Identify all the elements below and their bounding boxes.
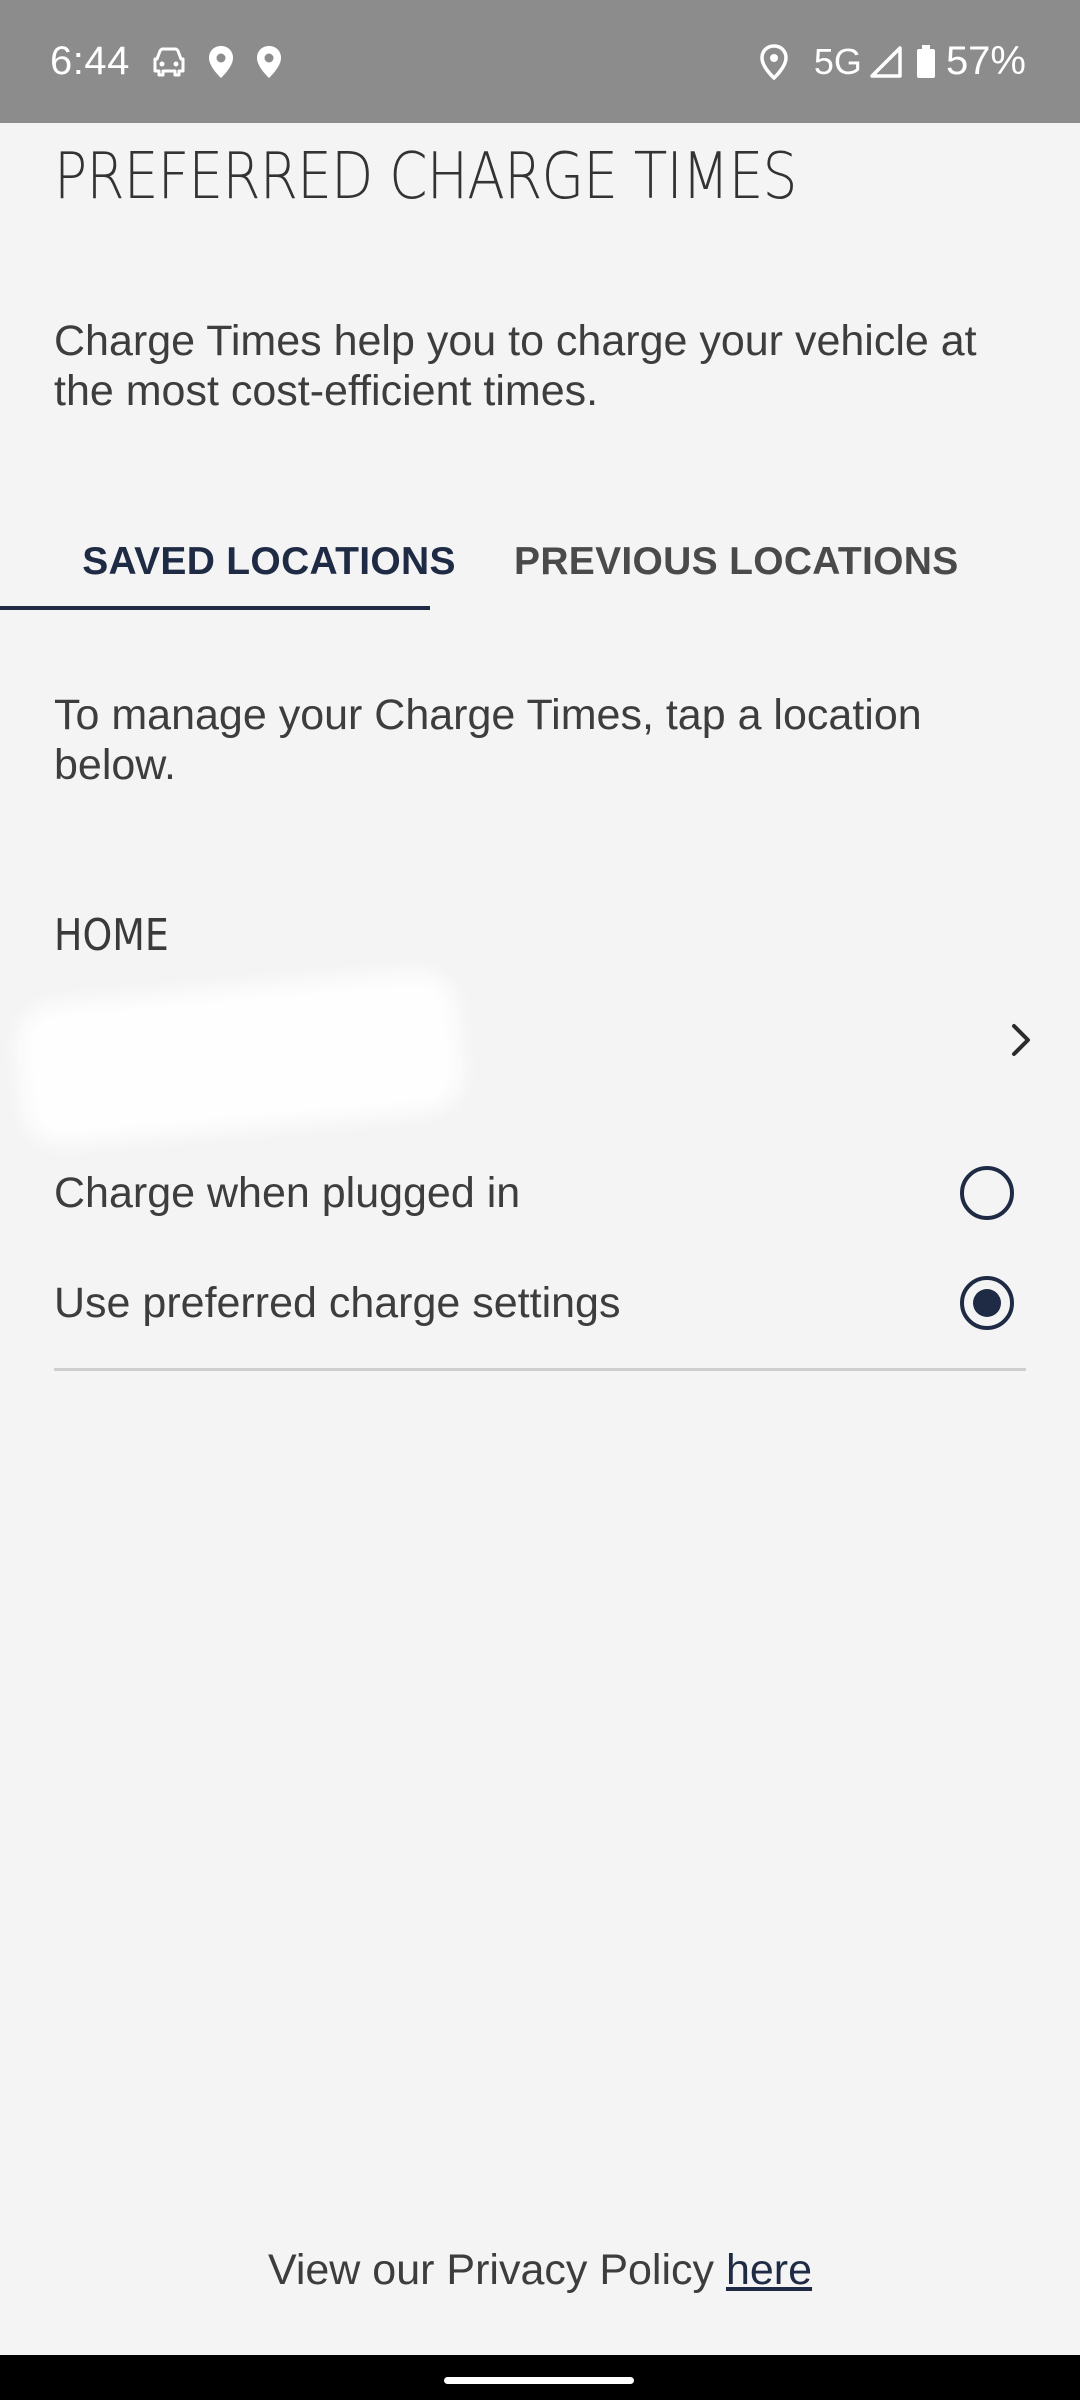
status-bar: 6:44 5G 57% xyxy=(0,0,1080,123)
location-pin-icon xyxy=(256,45,282,79)
battery-percentage: 57% xyxy=(945,39,1026,83)
chevron-right-icon xyxy=(1000,1018,1040,1062)
location-home-row[interactable] xyxy=(0,969,1080,1147)
status-bar-left: 6:44 xyxy=(50,39,304,84)
gesture-nav-bar xyxy=(0,2355,1080,2400)
status-time: 6:44 xyxy=(50,39,130,83)
privacy-policy-link[interactable]: here xyxy=(726,2246,812,2294)
radio-unchecked[interactable] xyxy=(960,1166,1014,1220)
option-charge-when-plugged-in[interactable]: Charge when plugged in xyxy=(54,1148,1026,1238)
intro-text: Charge Times help you to charge your veh… xyxy=(54,317,977,415)
option-label: Charge when plugged in xyxy=(54,1168,521,1217)
privacy-footer: View our Privacy Policy here xyxy=(0,2246,1080,2295)
signal-icon xyxy=(870,45,902,78)
location-outline-icon xyxy=(760,43,788,80)
screen: 6:44 5G 57% PREFERRED CHARGE TIMES Charg… xyxy=(0,0,1080,2400)
home-gesture-handle[interactable] xyxy=(444,2377,634,2384)
tab-previous-locations[interactable]: PREVIOUS LOCATIONS xyxy=(484,510,1004,614)
car-icon xyxy=(152,47,186,77)
tab-saved-locations[interactable]: SAVED LOCATIONS xyxy=(54,510,484,614)
redacted-address xyxy=(14,969,466,1147)
battery-icon xyxy=(916,44,936,79)
network-type: 5G xyxy=(813,40,862,82)
radio-checked[interactable] xyxy=(960,1276,1014,1330)
location-pin-icon xyxy=(208,45,234,79)
page-title: PREFERRED CHARGE TIMES xyxy=(54,140,797,214)
active-tab-indicator xyxy=(0,606,430,610)
option-label: Use preferred charge settings xyxy=(54,1278,621,1327)
status-bar-right: 5G 57% xyxy=(738,39,1026,84)
manage-instructions: To manage your Charge Times, tap a locat… xyxy=(54,691,922,789)
privacy-text: View our Privacy Policy xyxy=(267,2246,726,2294)
option-use-preferred-settings[interactable]: Use preferred charge settings xyxy=(54,1258,1026,1348)
location-section-title: HOME xyxy=(54,910,169,961)
location-tabs: SAVED LOCATIONS PREVIOUS LOCATIONS xyxy=(54,510,1026,614)
divider xyxy=(54,1368,1026,1371)
